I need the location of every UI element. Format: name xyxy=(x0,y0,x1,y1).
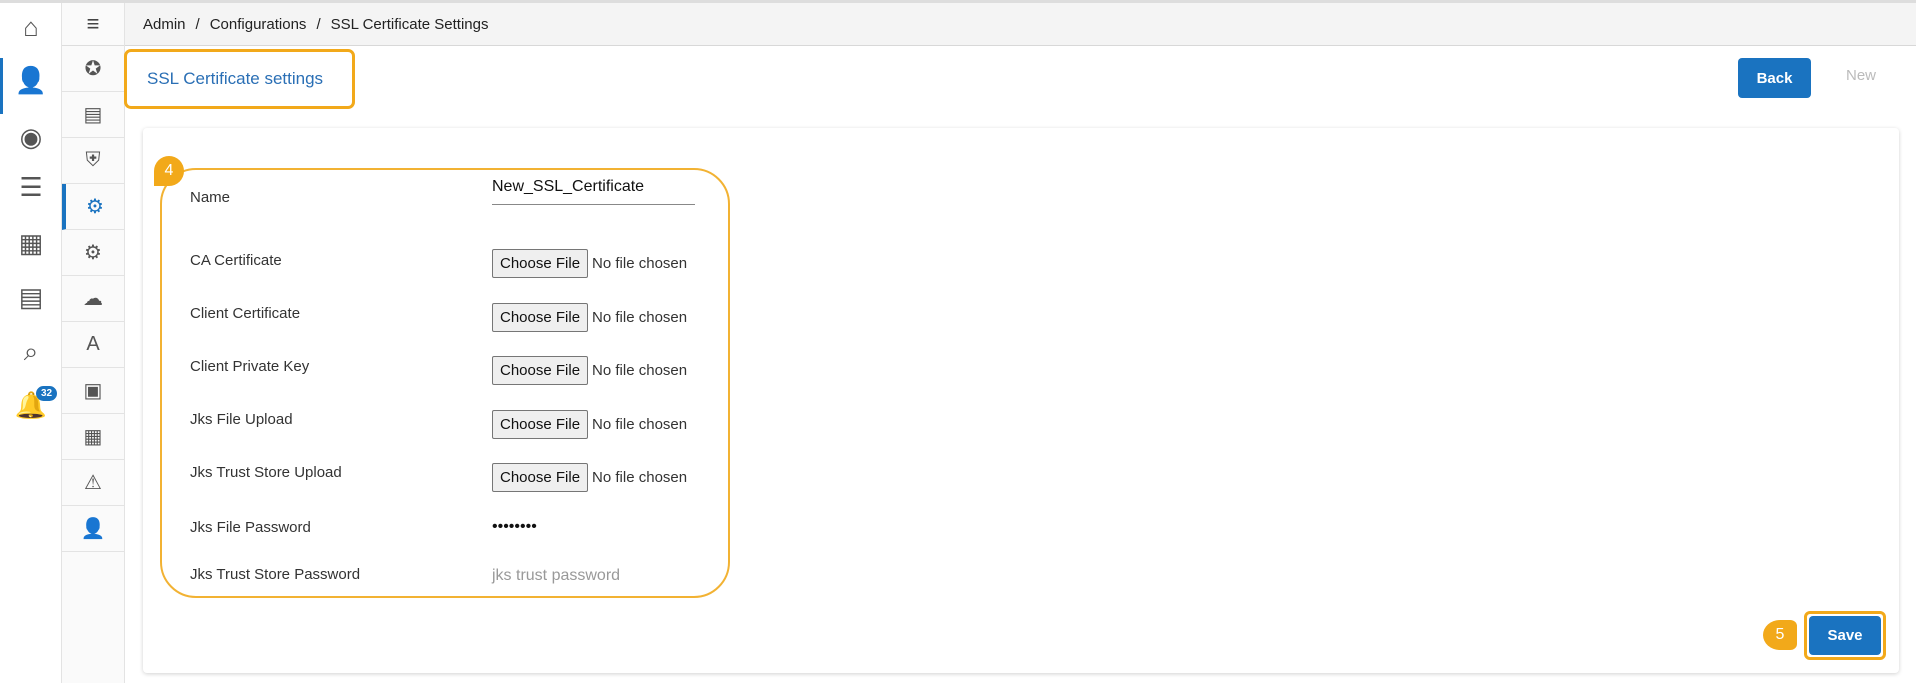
file-status: No file chosen xyxy=(592,309,688,326)
jks-file-upload-input[interactable]: Choose File No file chosen xyxy=(492,410,687,439)
breadcrumb-current: SSL Certificate Settings xyxy=(330,15,489,33)
presentation-icon[interactable]: ▦ xyxy=(0,221,62,265)
main-sidebar: ⌂ 👤 ◉ ☰ ▦ ▤ ⌕ 🔔 32 xyxy=(0,3,62,683)
menu-icon[interactable]: ≡ xyxy=(62,3,124,46)
configurations-gears-icon[interactable]: ⚙ xyxy=(62,184,124,230)
annotation-badge-4: 4 xyxy=(154,156,184,186)
search-database-icon[interactable]: ⌕ xyxy=(0,330,62,374)
new-button[interactable]: New xyxy=(1846,67,1876,84)
ca-certificate-file-input[interactable]: Choose File No file chosen xyxy=(492,249,687,278)
jks-file-upload-label: Jks File Upload xyxy=(190,411,293,428)
page-title-text: SSL Certificate settings xyxy=(147,69,324,88)
breadcrumb-configurations[interactable]: Configurations xyxy=(210,16,307,33)
certificate-icon[interactable]: ▣ xyxy=(62,368,124,414)
file-status: No file chosen xyxy=(592,469,688,486)
jks-trust-store-password-label: Jks Trust Store Password xyxy=(190,566,361,583)
client-private-key-file-input[interactable]: Choose File No file chosen xyxy=(492,356,687,385)
shield-lock-icon[interactable]: ⛨ xyxy=(62,138,124,184)
save-button[interactable]: Save xyxy=(1809,616,1881,655)
file-settings-icon[interactable]: ⚙ xyxy=(62,230,124,276)
choose-file-button[interactable]: Choose File xyxy=(492,249,589,278)
user-settings-icon[interactable]: 👤 xyxy=(0,58,62,102)
server-warning-icon[interactable]: ⚠ xyxy=(62,460,124,506)
user-alert-icon[interactable]: ◉ xyxy=(0,115,62,159)
breadcrumb: Admin / Configurations / SSL Certificate S… xyxy=(125,3,1916,46)
name-input[interactable]: New_SSL_Certificate xyxy=(492,178,695,205)
choose-file-button[interactable]: Choose File xyxy=(492,356,589,385)
ca-certificate-label: CA Certificate xyxy=(190,252,282,269)
choose-file-button[interactable]: Choose File xyxy=(492,303,589,332)
jks-trust-store-upload-input[interactable]: Choose File No file chosen xyxy=(492,463,687,492)
file-status: No file chosen xyxy=(592,255,688,272)
name-label: Name xyxy=(190,189,231,206)
jks-file-password-input[interactable]: •••••••• xyxy=(492,518,692,536)
annotation-badge-5: 5 xyxy=(1763,620,1797,650)
client-certificate-file-input[interactable]: Choose File No file chosen xyxy=(492,303,687,332)
client-certificate-label: Client Certificate xyxy=(190,305,301,322)
admin-sidebar: ≡ ✪ ▤ ⛨ ⚙ ⚙ ☁ A ▣ ▦ ⚠ 👤 xyxy=(62,3,125,683)
calendar-search-icon[interactable]: ▦ xyxy=(62,414,124,460)
jks-file-password-label: Jks File Password xyxy=(190,519,311,536)
breadcrumb-admin[interactable]: Admin xyxy=(143,16,186,33)
jks-trust-store-upload-label: Jks Trust Store Upload xyxy=(190,464,342,481)
certificate-badge-icon[interactable]: ✪ xyxy=(62,46,124,92)
jks-trust-store-password-input[interactable]: jks trust password xyxy=(492,567,692,585)
cloud-network-icon[interactable]: ☁ xyxy=(62,276,124,322)
file-status: No file chosen xyxy=(592,416,688,433)
choose-file-button[interactable]: Choose File xyxy=(492,463,589,492)
client-private-key-label: Client Private Key xyxy=(190,358,310,375)
billing-icon[interactable]: ▤ xyxy=(62,92,124,138)
choose-file-button[interactable]: Choose File xyxy=(492,410,589,439)
user-clock-icon[interactable]: 👤 xyxy=(62,506,124,552)
back-button[interactable]: Back xyxy=(1738,58,1811,98)
notification-badge: 32 xyxy=(36,386,58,401)
home-icon[interactable]: ⌂ xyxy=(0,5,62,49)
page-title: SSL Certificate settings xyxy=(124,49,355,109)
database-icon[interactable]: ☰ xyxy=(0,165,62,209)
file-status: No file chosen xyxy=(592,362,688,379)
language-icon[interactable]: A xyxy=(62,322,124,368)
data-search-icon[interactable]: ▤ xyxy=(0,275,62,319)
